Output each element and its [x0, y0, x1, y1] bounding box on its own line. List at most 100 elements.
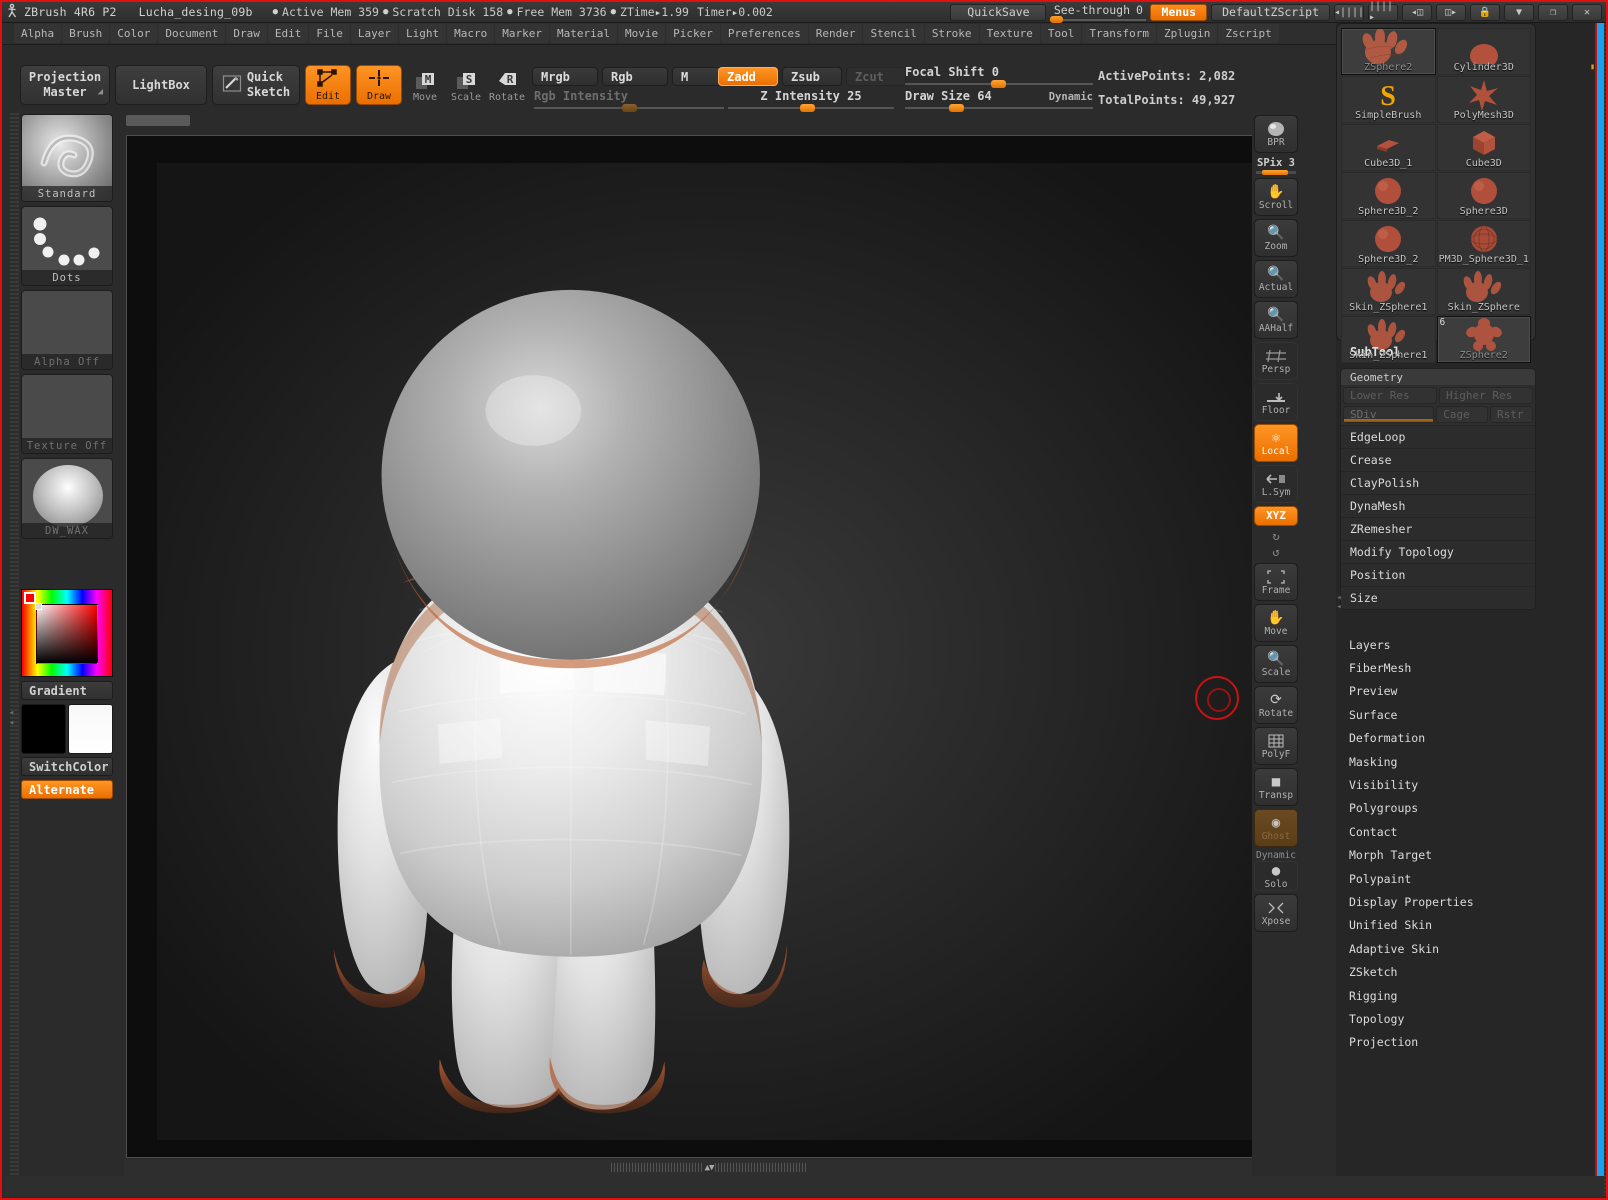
- canvas-area[interactable]: ▲▼ ▸▸: [124, 113, 1294, 1176]
- color-picker[interactable]: [21, 589, 113, 677]
- prev-window-icon[interactable]: ◂◫: [1402, 3, 1432, 21]
- menu-visibility[interactable]: Visibility: [1340, 773, 1536, 796]
- canvas-viewport[interactable]: [126, 135, 1290, 1158]
- tool-item-skin-zsphere[interactable]: Skin_ZSphere: [1436, 268, 1531, 315]
- tool-item-polymesh3d[interactable]: PolyMesh3D: [1436, 76, 1531, 123]
- focal-shift-slider[interactable]: Focal Shift 0: [905, 65, 1093, 88]
- xpose-button[interactable]: Xpose: [1254, 894, 1298, 932]
- local-button[interactable]: ⚛ Local: [1254, 424, 1298, 462]
- brush-swatch[interactable]: Standard: [21, 114, 113, 202]
- menu-transform[interactable]: Transform: [1082, 24, 1157, 43]
- see-through-slider[interactable]: See-through 0: [1050, 3, 1147, 23]
- tool-item-sphere3d[interactable]: Sphere3D: [1436, 172, 1531, 219]
- menu-unified-skin[interactable]: Unified Skin: [1340, 914, 1536, 937]
- tool-item-sphere3d-2b[interactable]: Sphere3D_2: [1341, 220, 1436, 267]
- lower-res-button[interactable]: Lower Res: [1343, 387, 1437, 404]
- menu-topology[interactable]: Topology: [1340, 1007, 1536, 1030]
- color-picker-sv-area[interactable]: [35, 603, 98, 664]
- menu-zscript[interactable]: Zscript: [1218, 24, 1279, 43]
- mrgb-button[interactable]: Mrgb: [532, 67, 598, 86]
- menu-projection[interactable]: Projection: [1340, 1031, 1536, 1054]
- geometry-edgeloop[interactable]: EdgeLoop: [1341, 425, 1535, 448]
- menu-color[interactable]: Color: [110, 24, 158, 43]
- tool-item-cube3d-1[interactable]: Cube3D_1: [1341, 124, 1436, 171]
- restore-icon[interactable]: ❐: [1538, 3, 1568, 21]
- minimize-icon[interactable]: ▼: [1504, 3, 1534, 21]
- stroke-swatch[interactable]: Dots: [21, 206, 113, 286]
- tool-item-skin-zsphere1[interactable]: Skin_ZSphere1: [1341, 268, 1436, 315]
- menu-brush[interactable]: Brush: [62, 24, 110, 43]
- menu-deformation[interactable]: Deformation: [1340, 727, 1536, 750]
- lightbox-button[interactable]: LightBox: [115, 65, 207, 105]
- quicksave-button[interactable]: QuickSave: [950, 3, 1047, 21]
- tool-item-sphere3d-2a[interactable]: Sphere3D_2: [1341, 172, 1436, 219]
- menu-tool[interactable]: Tool: [1040, 24, 1082, 43]
- spix-slider[interactable]: [1256, 170, 1296, 175]
- scroll-left-icon[interactable]: ◂||||: [1334, 3, 1364, 21]
- rstr-button[interactable]: Rstr: [1489, 406, 1533, 423]
- floor-button[interactable]: Floor: [1254, 383, 1298, 421]
- see-through-track[interactable]: [1050, 16, 1147, 23]
- menu-surface[interactable]: Surface: [1340, 703, 1536, 726]
- menu-fibermesh[interactable]: FiberMesh: [1340, 656, 1536, 679]
- persp-button[interactable]: Persp: [1254, 342, 1298, 380]
- zsub-button[interactable]: Zsub: [782, 67, 842, 86]
- rotate-ccw-icon[interactable]: ↺: [1272, 545, 1279, 563]
- z-intensity-knob[interactable]: [800, 104, 815, 112]
- draw-size-knob[interactable]: [949, 104, 964, 112]
- next-window-icon[interactable]: ◫▸: [1436, 3, 1466, 21]
- menu-adaptive-skin[interactable]: Adaptive Skin: [1340, 937, 1536, 960]
- tool-item-skin-zsphere1-b[interactable]: Skin_ZSphere1: [1341, 316, 1436, 363]
- menu-zplugin[interactable]: Zplugin: [1157, 24, 1218, 43]
- scroll-up-down-icon[interactable]: ▲▼: [705, 1163, 715, 1173]
- menu-draw[interactable]: Draw: [226, 24, 267, 43]
- left-shelf-grip[interactable]: [10, 113, 19, 1176]
- menu-edit[interactable]: Edit: [267, 24, 309, 43]
- canvas-bottom-scroll[interactable]: ▲▼: [124, 1159, 1294, 1176]
- geometry-dynamesh[interactable]: DynaMesh: [1341, 494, 1535, 517]
- z-intensity-track[interactable]: [728, 104, 894, 112]
- menu-texture[interactable]: Texture: [979, 24, 1040, 43]
- menu-alpha[interactable]: Alpha: [14, 24, 62, 43]
- menu-macro[interactable]: Macro: [447, 24, 495, 43]
- menu-masking[interactable]: Masking: [1340, 750, 1536, 773]
- scroll-right-icon[interactable]: ||||▸: [1368, 1, 1398, 23]
- rgb-intensity-slider[interactable]: Rgb Intensity: [534, 89, 724, 112]
- cage-button[interactable]: Cage: [1436, 406, 1488, 423]
- tool-item-simplebrush[interactable]: S SimpleBrush: [1341, 76, 1436, 123]
- primary-color-swatch[interactable]: [21, 704, 66, 754]
- menus-button[interactable]: Menus: [1150, 3, 1208, 21]
- rotate-shelf-button[interactable]: ⟳ Rotate: [1254, 686, 1298, 724]
- aahalf-button[interactable]: 🔍 AAHalf: [1254, 301, 1298, 339]
- tool-item-pm3d-sphere3d-1[interactable]: PM3D_Sphere3D_1: [1436, 220, 1531, 267]
- higher-res-button[interactable]: Higher Res: [1439, 387, 1533, 404]
- alternate-button[interactable]: Alternate: [21, 780, 113, 799]
- spix-knob[interactable]: [1262, 170, 1288, 175]
- geometry-header[interactable]: Geometry: [1341, 369, 1535, 385]
- draw-button[interactable]: Draw: [356, 65, 402, 105]
- menu-light[interactable]: Light: [398, 24, 447, 43]
- move-shelf-button[interactable]: ✋ Move: [1254, 604, 1298, 642]
- menu-zsketch[interactable]: ZSketch: [1340, 960, 1536, 983]
- ghost-button[interactable]: ◉ Ghost: [1254, 809, 1298, 847]
- projection-master-button[interactable]: Projection Master ◢: [20, 65, 110, 105]
- geometry-claypolish[interactable]: ClayPolish: [1341, 471, 1535, 494]
- menu-preferences[interactable]: Preferences: [720, 24, 808, 43]
- scale-button[interactable]: S Scale: [448, 67, 484, 103]
- menu-file[interactable]: File: [309, 24, 350, 43]
- geometry-zremesher[interactable]: ZRemesher: [1341, 517, 1535, 540]
- menu-stencil[interactable]: Stencil: [863, 24, 924, 43]
- menu-picker[interactable]: Picker: [666, 24, 720, 43]
- geometry-size[interactable]: Size: [1341, 586, 1535, 609]
- focal-shift-knob[interactable]: [991, 80, 1006, 88]
- tool-item-cube3d[interactable]: Cube3D: [1436, 124, 1531, 171]
- rotate-button[interactable]: R Rotate: [489, 67, 525, 103]
- rotate-cw-icon[interactable]: ↻: [1272, 529, 1279, 545]
- menu-polygroups[interactable]: Polygroups: [1340, 797, 1536, 820]
- right-tray-collapse-icon[interactable]: ◂ ◂: [1336, 583, 1343, 623]
- menu-morph-target[interactable]: Morph Target: [1340, 844, 1536, 867]
- actual-button[interactable]: 🔍 Actual: [1254, 260, 1298, 298]
- zoom-button[interactable]: 🔍 Zoom: [1254, 219, 1298, 257]
- draw-size-slider[interactable]: Draw Size 64 Dynamic: [905, 89, 1093, 112]
- secondary-color-swatch[interactable]: [68, 704, 113, 754]
